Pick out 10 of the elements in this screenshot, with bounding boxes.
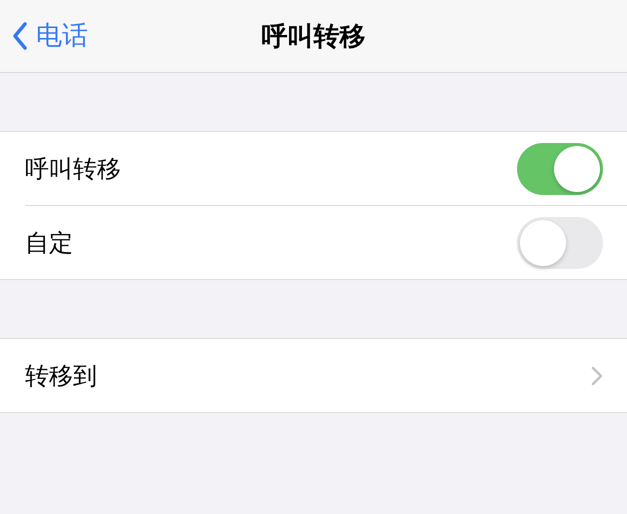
row-label: 自定 bbox=[25, 228, 73, 258]
row-label: 转移到 bbox=[25, 360, 97, 392]
toggle-switch[interactable] bbox=[517, 142, 603, 194]
row-label: 呼叫转移 bbox=[25, 154, 121, 184]
toggle-switch[interactable] bbox=[517, 216, 603, 268]
page-title: 呼叫转移 bbox=[262, 20, 366, 54]
back-chevron-icon bbox=[12, 20, 28, 50]
back-button[interactable]: 电话 bbox=[12, 18, 88, 53]
back-label: 电话 bbox=[36, 20, 88, 53]
chevron-icon[interactable] bbox=[591, 366, 603, 386]
